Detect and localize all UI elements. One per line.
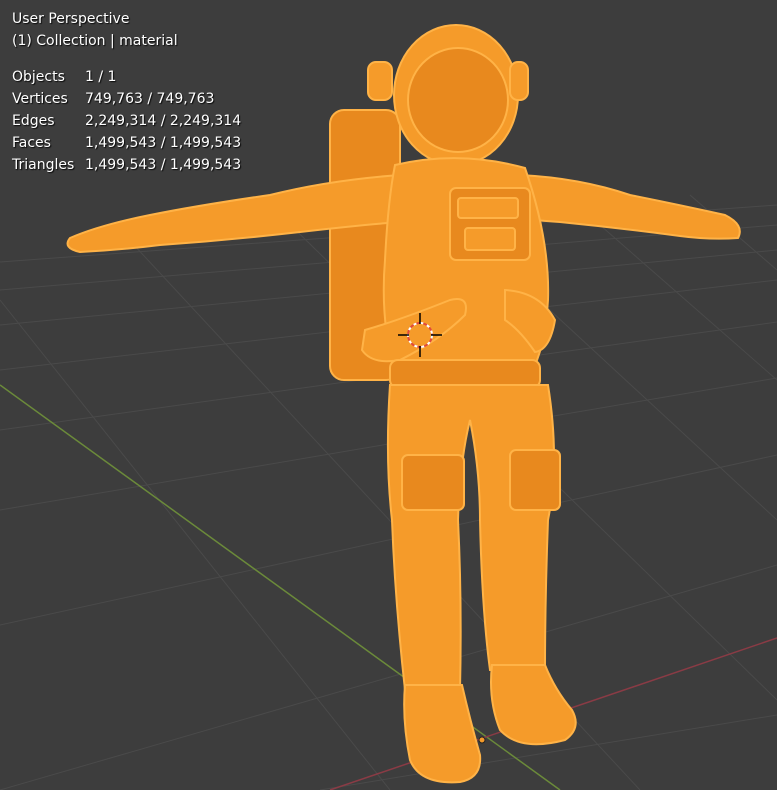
stats-row-edges: Edges 2,249,314 / 2,249,314 bbox=[12, 110, 241, 132]
stats-row-faces: Faces 1,499,543 / 1,499,543 bbox=[12, 132, 241, 154]
viewport-text-overlay: User Perspective (1) Collection | materi… bbox=[12, 8, 241, 176]
stats-value: 749,763 / 749,763 bbox=[85, 91, 215, 107]
stats-label: Edges bbox=[12, 113, 55, 129]
origin-point-icon bbox=[478, 736, 486, 744]
stats-value: 1,499,543 / 1,499,543 bbox=[85, 135, 242, 151]
scene-statistics: Objects 1 / 1 Vertices 749,763 / 749,763… bbox=[12, 66, 241, 176]
stats-value: 1,499,543 / 1,499,543 bbox=[85, 157, 242, 173]
3d-viewport[interactable]: User Perspective (1) Collection | materi… bbox=[0, 0, 777, 790]
stats-label: Triangles bbox=[12, 157, 75, 173]
stats-row-triangles: Triangles 1,499,543 / 1,499,543 bbox=[12, 154, 241, 176]
stats-label: Faces bbox=[12, 135, 51, 151]
collection-label: (1) Collection | material bbox=[12, 33, 178, 49]
stats-value: 1 / 1 bbox=[85, 69, 117, 85]
stats-row-vertices: Vertices 749,763 / 749,763 bbox=[12, 88, 241, 110]
stats-label: Objects bbox=[12, 69, 65, 85]
stats-row-objects: Objects 1 / 1 bbox=[12, 66, 241, 88]
stats-label: Vertices bbox=[12, 91, 68, 107]
stats-value: 2,249,314 / 2,249,314 bbox=[85, 113, 242, 129]
view-name: User Perspective bbox=[12, 11, 130, 27]
